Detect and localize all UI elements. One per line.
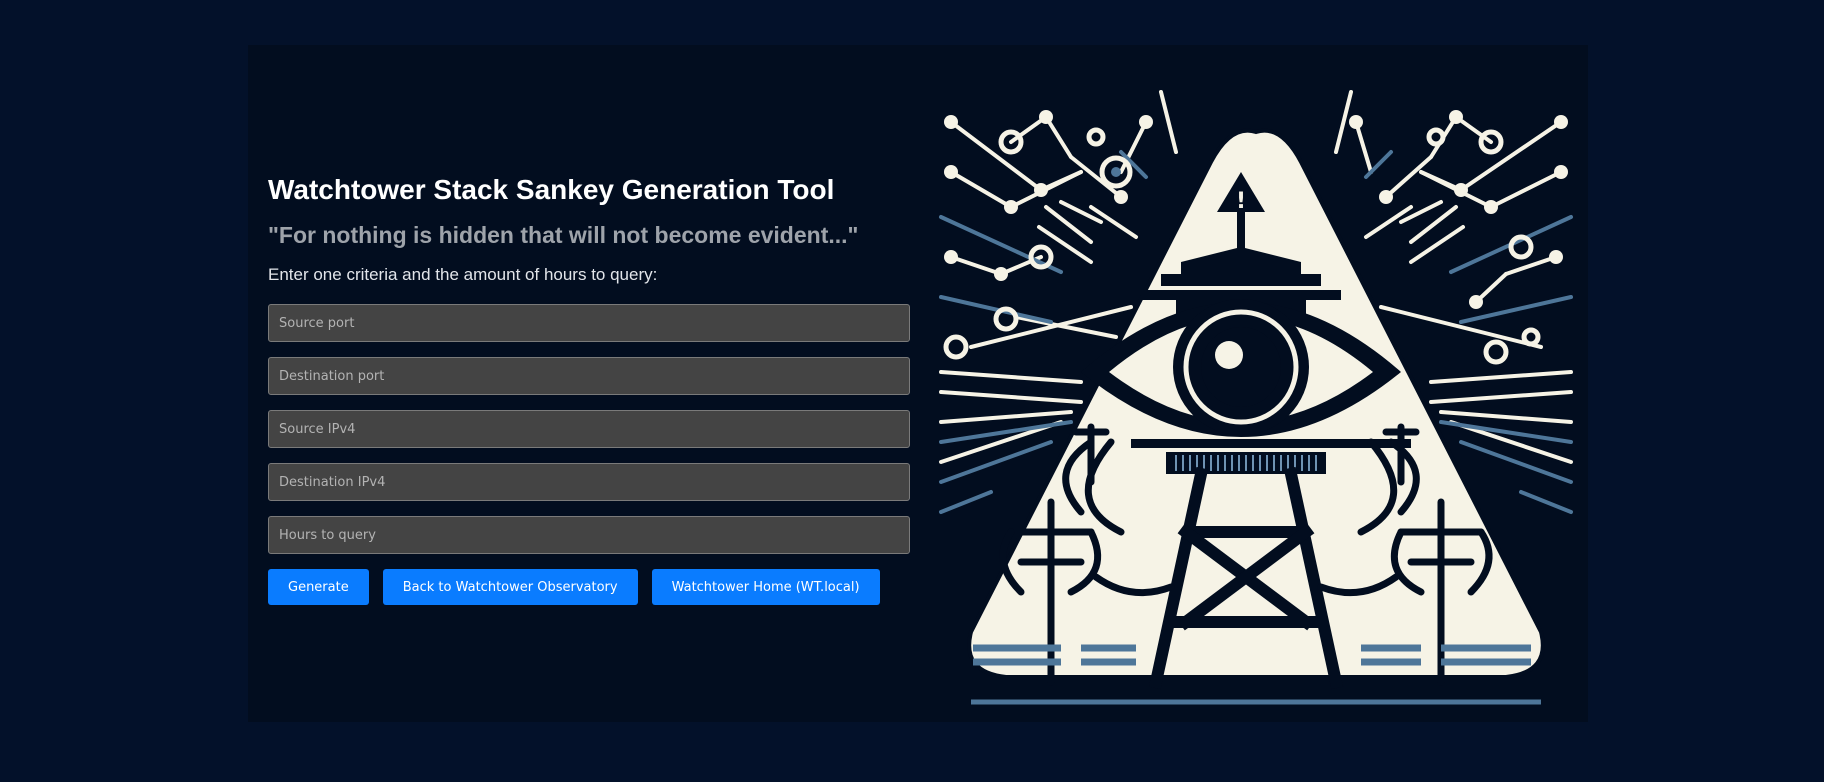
destination-ipv4-input[interactable] xyxy=(268,463,910,501)
all-seeing-eye-watchtower-icon: ! xyxy=(939,90,1573,705)
query-form: Watchtower Stack Sankey Generation Tool … xyxy=(268,173,910,605)
back-to-observatory-button[interactable]: Back to Watchtower Observatory xyxy=(382,569,638,605)
source-port-input[interactable] xyxy=(268,304,910,342)
action-buttons: Generate Back to Watchtower Observatory … xyxy=(268,569,910,605)
main-card: Watchtower Stack Sankey Generation Tool … xyxy=(248,45,1588,722)
destination-port-input[interactable] xyxy=(268,357,910,395)
generate-button[interactable]: Generate xyxy=(268,569,369,605)
source-ipv4-input[interactable] xyxy=(268,410,910,448)
page-title: Watchtower Stack Sankey Generation Tool xyxy=(268,174,835,205)
hours-to-query-input[interactable] xyxy=(268,516,910,554)
tagline-quote: "For nothing is hidden that will not bec… xyxy=(268,222,859,248)
watchtower-home-button[interactable]: Watchtower Home (WT.local) xyxy=(651,569,880,605)
svg-text:!: ! xyxy=(1236,189,1246,214)
form-instructions: Enter one criteria and the amount of hou… xyxy=(268,265,658,284)
